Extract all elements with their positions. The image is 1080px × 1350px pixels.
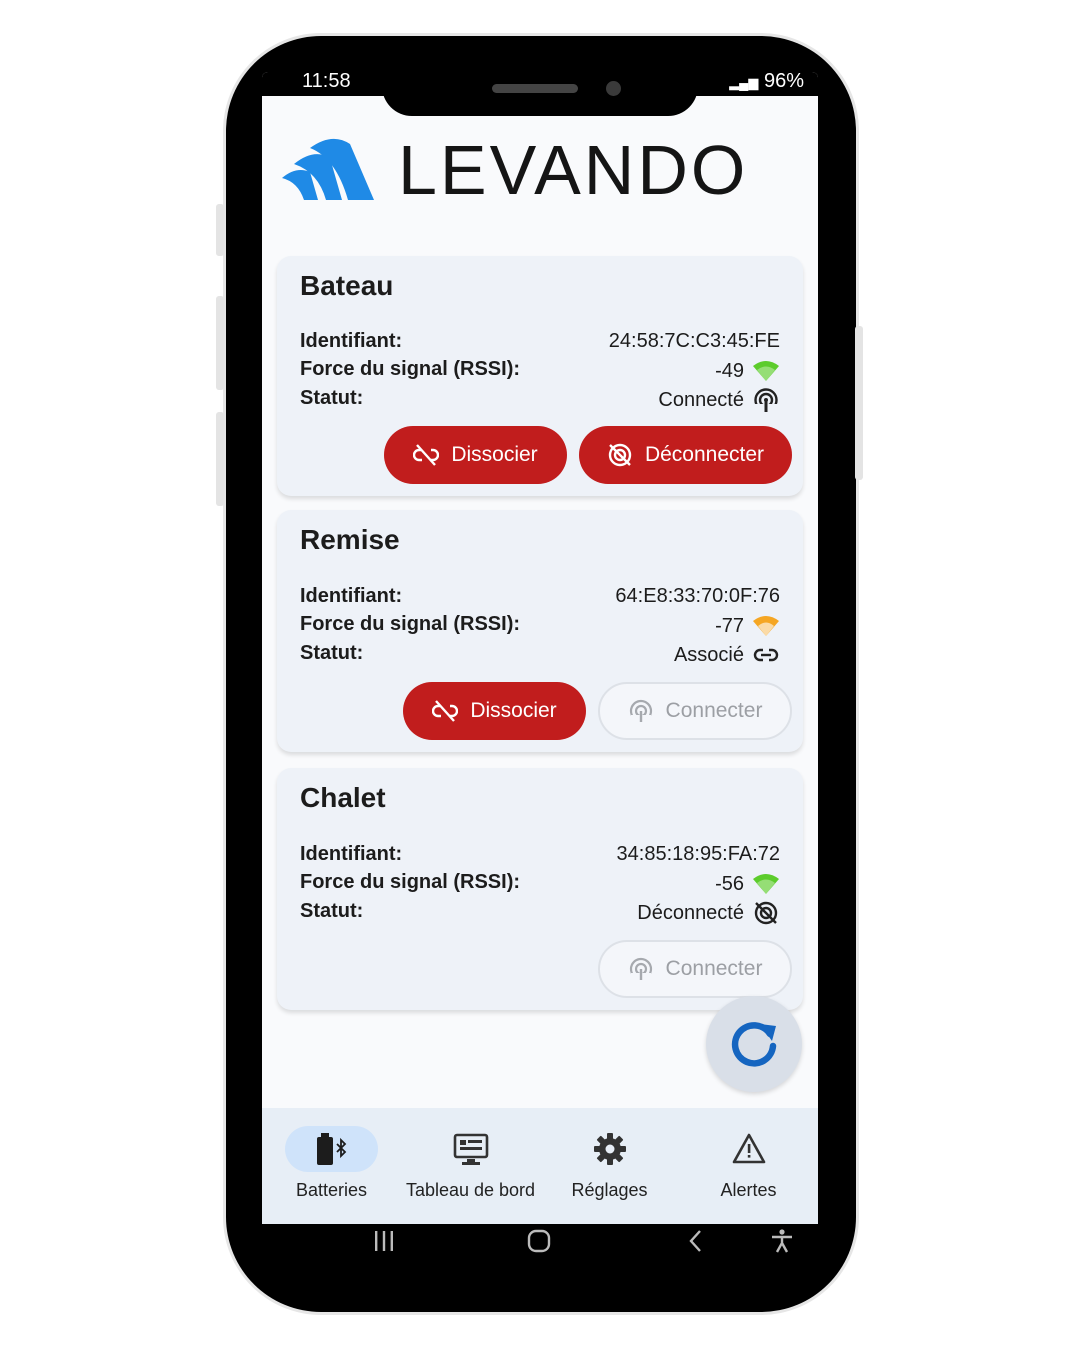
status-battery: ▂▄▆ 96% — [729, 72, 804, 92]
device-id-row: Identifiant: 34:85:18:95:FA:72 — [300, 843, 780, 871]
nav-label: Réglages — [571, 1180, 648, 1200]
status-time: 11:58 — [302, 72, 351, 92]
home-icon[interactable] — [526, 1228, 552, 1254]
nav-icon-container — [563, 1126, 656, 1172]
refresh-button[interactable] — [706, 996, 802, 1092]
nav-icon-container — [424, 1126, 517, 1172]
rssi-label: Force du signal (RSSI): — [300, 613, 521, 635]
device-id-row: Identifiant: 64:E8:33:70:0F:76 — [300, 585, 780, 613]
app-logo: LEVANDO — [280, 131, 800, 209]
id-label: Identifiant: — [300, 585, 403, 607]
button-label: Dissocier — [451, 443, 538, 466]
front-camera — [606, 81, 621, 96]
status-value: Déconnecté — [637, 901, 744, 924]
wifi-signal-icon — [753, 874, 779, 894]
unlink-icon — [432, 700, 459, 722]
status-row: Statut: Associé — [300, 642, 780, 670]
connect-icon — [629, 699, 652, 723]
battery-bluetooth-icon — [316, 1133, 346, 1165]
logo-wordmark: LEVANDO — [398, 131, 749, 209]
earpiece — [492, 84, 578, 93]
button-label: Connecter — [665, 957, 763, 980]
phone-side-button — [216, 204, 224, 256]
nav-item-alerts[interactable]: Alertes — [679, 1108, 818, 1224]
recent-apps-icon[interactable] — [371, 1228, 397, 1254]
id-label: Identifiant: — [300, 843, 403, 865]
rssi-value: -49 — [715, 359, 744, 382]
status-value: Associé — [673, 643, 744, 666]
wifi-signal-icon — [753, 616, 779, 636]
app-screen: 11:58 ▂▄▆ 96% LEVANDO Bateau Identifiant… — [262, 72, 818, 1258]
connected-icon — [754, 388, 778, 413]
rssi-row: Force du signal (RSSI): -49 — [300, 358, 780, 386]
button-label: Dissocier — [470, 699, 557, 722]
phone-side-button — [216, 412, 224, 506]
status-row: Statut: Déconnecté — [300, 900, 780, 928]
device-id: 34:85:18:95:FA:72 — [616, 843, 780, 865]
status-label: Statut: — [300, 900, 364, 922]
status-row: Statut: Connecté — [300, 387, 780, 415]
nav-item-settings[interactable]: Réglages — [540, 1108, 679, 1224]
camera-notch — [382, 72, 698, 116]
device-id-row: Identifiant: 24:58:7C:C3:45:FE — [300, 330, 780, 358]
nav-item-batteries[interactable]: Batteries — [262, 1108, 401, 1224]
dashboard-icon — [453, 1133, 488, 1165]
unlink-icon — [413, 444, 440, 466]
device-name: Chalet — [300, 782, 386, 813]
status-value: Connecté — [658, 388, 744, 411]
rssi-row: Force du signal (RSSI): -56 — [300, 871, 780, 899]
nav-item-dashboard[interactable]: Tableau de bord — [401, 1108, 540, 1224]
levando-wave-logo-icon — [282, 138, 374, 200]
accessibility-icon[interactable] — [769, 1228, 795, 1254]
disconnect-icon — [608, 443, 632, 467]
button-label: Déconnecter — [644, 443, 765, 466]
system-navigation-bar — [262, 1224, 818, 1258]
nav-active-indicator — [285, 1126, 378, 1172]
connect-icon — [629, 957, 652, 981]
refresh-icon — [731, 1022, 777, 1067]
rssi-value: -56 — [715, 872, 744, 895]
device-id: 24:58:7C:C3:45:FE — [608, 330, 780, 352]
button-label: Connecter — [665, 699, 763, 722]
device-card-chalet: Chalet Identifiant: 34:85:18:95:FA:72 Fo… — [277, 768, 803, 1010]
disconnect-button[interactable]: Déconnecter — [579, 426, 792, 484]
connect-button[interactable]: Connecter — [598, 940, 792, 998]
gear-icon — [593, 1133, 626, 1165]
signal-bars-icon: ▂▄▆ — [729, 75, 759, 90]
nav-label: Batteries — [295, 1180, 368, 1200]
dissociate-button[interactable]: Dissocier — [384, 426, 567, 484]
rssi-label: Force du signal (RSSI): — [300, 871, 521, 893]
link-icon — [753, 648, 779, 662]
rssi-label: Force du signal (RSSI): — [300, 358, 521, 380]
connect-button[interactable]: Connecter — [598, 682, 792, 740]
nav-icon-container — [702, 1126, 795, 1172]
warning-icon — [732, 1133, 765, 1164]
status-label: Statut: — [300, 387, 364, 409]
device-card-remise: Remise Identifiant: 64:E8:33:70:0F:76 Fo… — [277, 510, 803, 752]
device-id: 64:E8:33:70:0F:76 — [615, 585, 780, 607]
nav-label: Tableau de bord — [405, 1180, 536, 1200]
rssi-value: -77 — [715, 614, 744, 637]
device-card-bateau: Bateau Identifiant: 24:58:7C:C3:45:FE Fo… — [277, 256, 803, 496]
phone-side-button — [216, 296, 224, 390]
disconnected-icon — [754, 901, 778, 925]
wifi-signal-icon — [753, 361, 779, 381]
device-name: Bateau — [300, 270, 394, 301]
rssi-row: Force du signal (RSSI): -77 — [300, 613, 780, 641]
status-label: Statut: — [300, 642, 364, 664]
nav-label: Alertes — [720, 1180, 777, 1200]
device-name: Remise — [300, 524, 400, 555]
id-label: Identifiant: — [300, 330, 403, 352]
phone-side-button — [855, 326, 863, 480]
bottom-navigation: Batteries Tableau de bord Réglages Alert… — [262, 1108, 818, 1224]
back-icon[interactable] — [683, 1228, 709, 1254]
dissociate-button[interactable]: Dissocier — [403, 682, 586, 740]
